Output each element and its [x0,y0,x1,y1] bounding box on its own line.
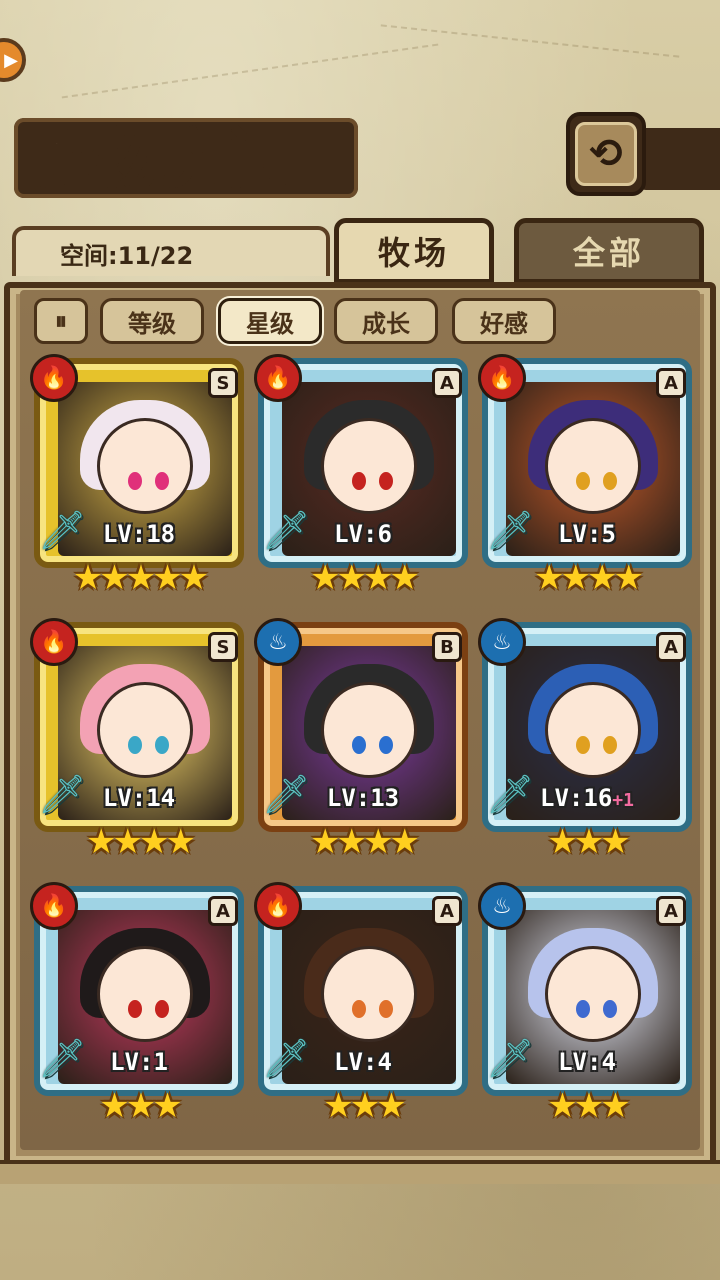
water-element-icon: ♨ [478,882,526,930]
return-arrow-icon: ⟲ [575,122,637,186]
page-title: 魔物房间 [28,121,295,197]
level-text: LV:14 [102,784,176,812]
monster-face [321,417,417,514]
star-rating: ★★★ [547,822,630,862]
return-bar [640,128,720,190]
monster-face [545,681,641,778]
fire-element-icon: 🔥 [30,882,78,930]
monster-card[interactable]: 🔥 A 🗡 LV:6 ★★★★ [254,354,468,602]
star-rating: ★★★★ [86,822,196,862]
sort-level-button[interactable]: 等级 [100,298,204,344]
sort-order-toggle[interactable]: ⏸ [34,298,88,344]
monster-eye [575,472,590,491]
star-rating: ★★★ [323,1086,406,1126]
star-rating: ★★★ [99,1086,182,1126]
fire-element-icon: 🔥 [30,354,78,402]
rank-badge: A [432,896,462,926]
monster-level: LV:13 [258,784,468,812]
star-rating: ★★★★ [534,558,644,598]
star-rating: ★★★★ [310,558,420,598]
star-rating: ★★★ [547,1086,630,1126]
monster-level: LV:6 [258,520,468,548]
monster-level: LV:5 [482,520,692,548]
monster-eye [127,472,142,491]
monster-level: LV:18 [34,520,244,548]
level-text: LV:4 [558,1048,616,1076]
monster-eye [575,736,590,755]
monster-face [545,417,641,514]
monster-face [545,945,641,1042]
rank-badge: A [656,632,686,662]
monster-face [321,681,417,778]
monster-card[interactable]: 🔥 A 🗡 LV:5 ★★★★ [478,354,692,602]
rank-badge: A [656,896,686,926]
level-text: LV:5 [558,520,616,548]
tab-ranch[interactable]: 牧场 [334,218,494,284]
level-text: LV:13 [326,784,400,812]
capacity-text: 空间:11/22 [60,242,194,270]
monster-eye [575,1000,590,1019]
level-text: LV:6 [334,520,392,548]
monster-card[interactable]: ♨ B 🗡 LV:13 ★★★★ [254,618,468,866]
monster-face [97,417,193,514]
return-button[interactable]: ⟲ [566,112,646,196]
sort-affection-button[interactable]: 好感 [452,298,556,344]
fire-element-icon: 🔥 [254,882,302,930]
water-element-icon: ♨ [254,618,302,666]
monster-card[interactable]: 🔥 A 🗡 LV:1 ★★★ [30,882,244,1130]
monster-face [97,945,193,1042]
monster-card[interactable]: 🔥 S 🗡 LV:18 ★★★★★ [30,354,244,602]
rank-badge: A [432,368,462,398]
level-bonus: +1 [612,790,634,811]
monster-card[interactable]: ♨ A 🗡 LV:16+1 ★★★ [478,618,692,866]
star-rating: ★★★★★ [72,558,209,598]
fire-element-icon: 🔥 [254,354,302,402]
monster-level: LV:16+1 [482,784,692,812]
level-text: LV:4 [334,1048,392,1076]
level-text: LV:1 [110,1048,168,1076]
star-rating: ★★★★ [310,822,420,862]
sort-growth-button[interactable]: 成长 [334,298,438,344]
monster-eye [351,472,366,491]
monster-face [97,681,193,778]
monster-eye [127,1000,142,1019]
level-text: LV:16 [540,784,613,812]
water-element-icon: ♨ [478,618,526,666]
rank-badge: B [432,632,462,662]
monster-card[interactable]: ♨ A 🗡 LV:4 ★★★ [478,882,692,1130]
level-text: LV:18 [102,520,176,548]
monster-face [321,945,417,1042]
fire-element-icon: 🔥 [30,618,78,666]
rank-badge: S [208,368,238,398]
sort-star-button[interactable]: 星级 [218,298,322,344]
monster-eye [351,1000,366,1019]
monster-level: LV:1 [34,1048,244,1076]
back-arrow-icon: ▶ [4,49,18,71]
monster-level: LV:4 [482,1048,692,1076]
fire-element-icon: 🔥 [478,354,526,402]
monster-card[interactable]: 🔥 A 🗡 LV:4 ★★★ [254,882,468,1130]
bottom-rail [0,1160,720,1184]
rank-badge: S [208,632,238,662]
rank-badge: A [208,896,238,926]
tab-all[interactable]: 全部 [514,218,704,284]
monster-eye [351,736,366,755]
monster-eye [127,736,142,755]
monster-level: LV:14 [34,784,244,812]
monster-level: LV:4 [258,1048,468,1076]
monster-card[interactable]: 🔥 S 🗡 LV:14 ★★★★ [30,618,244,866]
rank-badge: A [656,368,686,398]
